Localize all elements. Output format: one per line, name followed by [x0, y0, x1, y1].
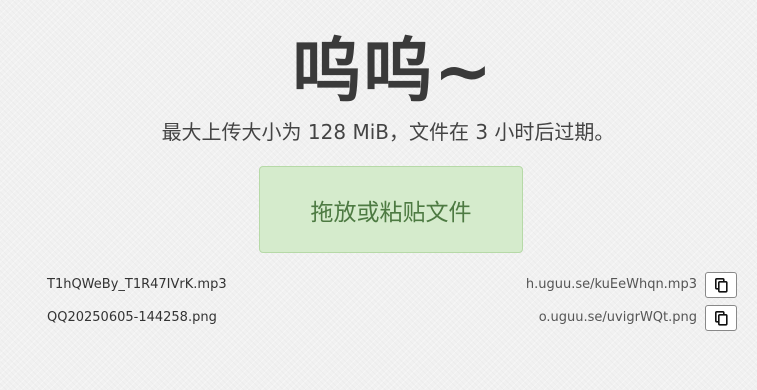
uploaded-file-name: T1hQWeBy_T1R47IVrK.mp3: [47, 277, 227, 292]
copy-icon: [714, 277, 728, 293]
copy-icon: [714, 310, 728, 326]
copy-url-button[interactable]: [705, 272, 737, 298]
uploaded-file-url[interactable]: o.uguu.se/uvigrWQt.png: [539, 304, 697, 332]
upload-row: T1hQWeBy_T1R47IVrK.mp3 h.uguu.se/kuEeWhq…: [0, 271, 757, 299]
page-title: 呜呜~: [291, 30, 494, 112]
dropzone-label: 拖放或粘贴文件: [310, 199, 472, 226]
uploaded-file-name: QQ20250605-144258.png: [47, 310, 217, 325]
copy-url-button[interactable]: [705, 305, 737, 331]
file-dropzone[interactable]: 拖放或粘贴文件: [259, 166, 523, 253]
uploaded-file-url[interactable]: h.uguu.se/kuEeWhqn.mp3: [526, 271, 697, 299]
upload-limit-info: 最大上传大小为 128 MiB，文件在 3 小时后过期。: [161, 120, 615, 144]
upload-row: QQ20250605-144258.png o.uguu.se/uvigrWQt…: [0, 304, 757, 332]
